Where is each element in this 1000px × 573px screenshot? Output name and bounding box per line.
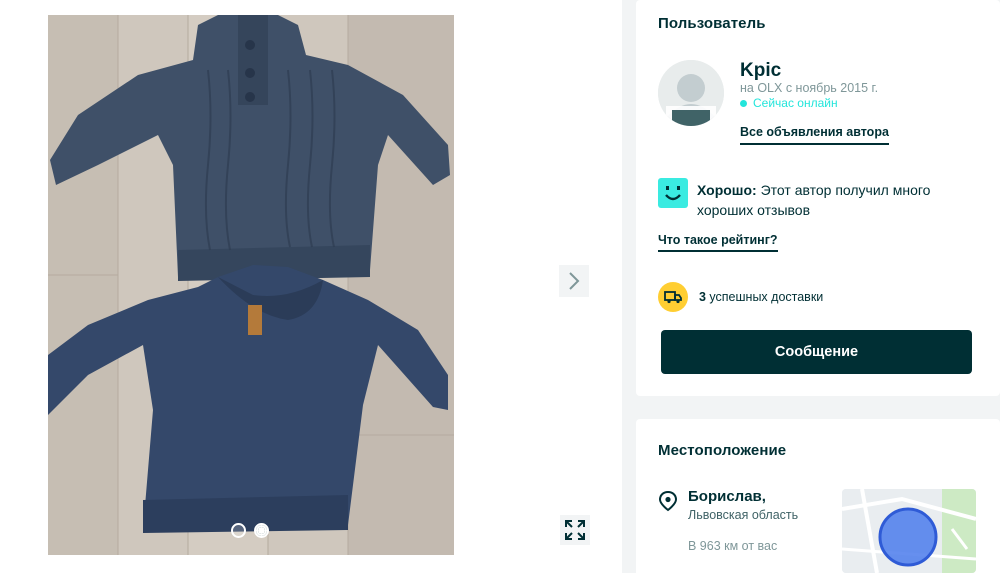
seller-sidebar: Пользователь Kpic на OLX с ноябрь 2015 г… bbox=[622, 0, 1000, 573]
member-since: на OLX с ноябрь 2015 г. bbox=[740, 81, 879, 95]
location-region: Львовская область bbox=[688, 508, 799, 522]
online-status: Сейчас онлайн bbox=[740, 96, 838, 110]
avatar[interactable] bbox=[658, 60, 724, 126]
location-map[interactable] bbox=[842, 489, 976, 573]
delivery-label: успешных доставки bbox=[705, 290, 824, 304]
online-dot-icon bbox=[740, 99, 747, 107]
user-name: Kpic bbox=[740, 60, 782, 81]
fullscreen-button[interactable] bbox=[560, 515, 590, 545]
gallery-dot-1[interactable] bbox=[231, 523, 246, 538]
map-thumbnail bbox=[842, 489, 976, 573]
delivery-count-text: 3 успешных доставки bbox=[699, 290, 823, 304]
message-button[interactable]: Сообщение bbox=[661, 330, 972, 374]
delivery-truck-icon bbox=[658, 282, 688, 312]
gallery-pagination bbox=[231, 523, 269, 538]
smiley-icon bbox=[658, 178, 688, 208]
map-pin-icon bbox=[658, 490, 678, 517]
expand-icon bbox=[565, 520, 585, 540]
image-gallery bbox=[0, 0, 622, 573]
location-distance: В 963 км от вас bbox=[688, 539, 778, 553]
listing-photo-image bbox=[48, 15, 454, 555]
user-section-title: Пользователь bbox=[658, 15, 766, 32]
user-card: Пользователь Kpic на OLX с ноябрь 2015 г… bbox=[636, 0, 1000, 396]
location-card: Местоположение Борислав, Львовская облас… bbox=[636, 419, 1000, 573]
default-avatar-icon bbox=[658, 60, 724, 126]
online-status-text: Сейчас онлайн bbox=[753, 96, 838, 110]
delivery-count: 3 bbox=[699, 290, 706, 304]
rating-description: Хорошо: Этот автор получил много хороших… bbox=[697, 180, 977, 220]
all-ads-link[interactable]: Все объявления автора bbox=[740, 125, 889, 145]
chevron-right-icon bbox=[569, 272, 580, 290]
location-section-title: Местоположение bbox=[658, 442, 787, 459]
rating-info-link[interactable]: Что такое рейтинг? bbox=[658, 233, 778, 252]
gallery-dot-2[interactable] bbox=[254, 523, 269, 538]
listing-photo[interactable] bbox=[48, 15, 454, 555]
location-city: Борислав, bbox=[688, 488, 766, 505]
rating-label: Хорошо: bbox=[697, 182, 757, 198]
next-image-button[interactable] bbox=[559, 265, 589, 297]
